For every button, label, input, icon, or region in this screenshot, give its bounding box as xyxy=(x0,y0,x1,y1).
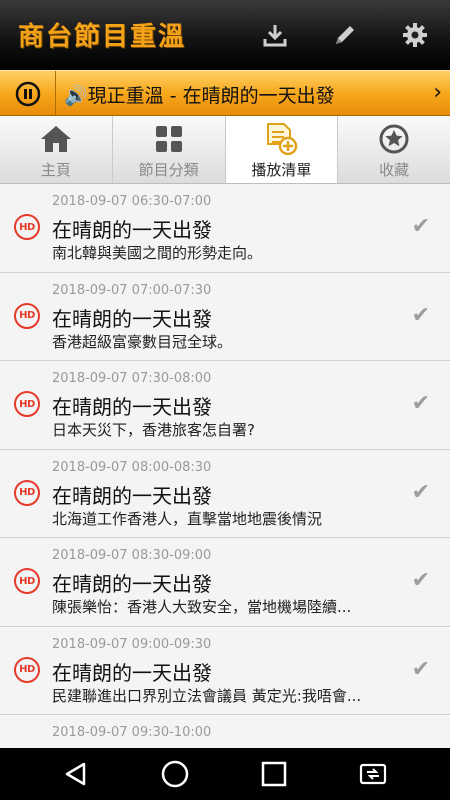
tab-playlist[interactable]: 播放清單 xyxy=(225,116,339,183)
home-icon xyxy=(38,122,74,156)
item-title: 在晴朗的一天出發 xyxy=(52,218,212,242)
playlist-add-icon xyxy=(263,122,299,156)
hd-badge-icon: HD xyxy=(14,391,40,417)
pause-button[interactable] xyxy=(0,71,56,116)
hd-badge-icon: HD xyxy=(14,656,40,683)
pause-icon xyxy=(15,81,40,106)
star-icon xyxy=(376,122,412,156)
tab-home[interactable]: 主頁 xyxy=(0,116,113,183)
check-icon[interactable]: ✔ xyxy=(412,568,430,593)
chevron-right-icon[interactable]: › xyxy=(433,80,442,105)
item-desc: 陳張樂怡：香港人大致安全，當地機場陸續... xyxy=(52,598,352,616)
hd-badge-icon: HD xyxy=(14,214,40,240)
item-title: 在晴朗的一天出發 xyxy=(52,572,212,596)
playlist: HD 2018-09-07 06:30-07:00 在晴朗的一天出發 南北韓與美… xyxy=(0,184,450,748)
list-item[interactable]: HD 2018-09-07 08:00-08:30 在晴朗的一天出發 北海道工作… xyxy=(0,449,450,538)
list-item[interactable]: 2018-09-07 09:30-10:00 xyxy=(0,715,450,748)
hd-badge-icon: HD xyxy=(14,479,40,506)
app-bar: 商台節目重溫 xyxy=(0,0,450,70)
item-time: 2018-09-07 08:00-08:30 xyxy=(52,459,212,475)
pencil-icon[interactable] xyxy=(330,20,360,50)
item-desc: 北海道工作香港人，直擊當地地震後情況 xyxy=(52,509,323,528)
back-icon[interactable] xyxy=(56,756,96,792)
item-desc: 南北韓與美國之間的形勢走向。 xyxy=(52,244,263,262)
tab-favorites[interactable]: 收藏 xyxy=(338,116,450,183)
hd-badge-icon: HD xyxy=(14,568,40,594)
item-desc: 香港超級富豪數目冠全球。 xyxy=(52,332,233,351)
list-item[interactable]: HD 2018-09-07 08:30-09:00 在晴朗的一天出發 陳張樂怡：… xyxy=(0,538,450,627)
check-icon[interactable]: ✔ xyxy=(412,214,430,239)
gear-icon[interactable] xyxy=(400,20,430,50)
list-item[interactable]: HD 2018-09-07 06:30-07:00 在晴朗的一天出發 南北韓與美… xyxy=(0,184,450,273)
tab-categories[interactable]: 節目分類 xyxy=(113,116,226,183)
item-time: 2018-09-07 08:30-09:00 xyxy=(52,548,212,563)
item-time: 2018-09-07 09:00-09:30 xyxy=(52,636,212,652)
list-item[interactable]: HD 2018-09-07 09:00-09:30 在晴朗的一天出發 民建聯進出… xyxy=(0,626,450,715)
download-icon[interactable] xyxy=(260,20,290,50)
item-desc: 日本天災下，香港旅客怎自署? xyxy=(52,421,255,439)
item-desc: 民建聯進出口界別立法會議員 黃定光:我唔會... xyxy=(52,686,362,705)
tab-label: 收藏 xyxy=(379,161,410,179)
now-playing-text: 🔊現正重溫 - 在晴朗的一天出發 xyxy=(64,85,335,107)
item-time: 2018-09-07 07:30-08:00 xyxy=(52,371,212,386)
check-icon[interactable]: ✔ xyxy=(412,480,430,505)
tab-label: 播放清單 xyxy=(251,161,312,179)
tab-bar: 主頁 節目分類 播放清單 收藏 xyxy=(0,116,450,184)
item-time: 2018-09-07 07:00-07:30 xyxy=(52,282,212,298)
item-title: 在晴朗的一天出發 xyxy=(52,395,212,419)
item-title: 在晴朗的一天出發 xyxy=(52,660,212,685)
list-item[interactable]: HD 2018-09-07 07:00-07:30 在晴朗的一天出發 香港超級富… xyxy=(0,272,450,361)
system-nav-bar xyxy=(0,748,450,800)
item-title: 在晴朗的一天出發 xyxy=(52,483,212,508)
check-icon[interactable]: ✔ xyxy=(412,657,430,682)
now-playing-bar[interactable]: 🔊現正重溫 - 在晴朗的一天出發 › xyxy=(0,70,450,116)
home-circle-icon[interactable] xyxy=(155,756,195,792)
hd-badge-icon: HD xyxy=(14,302,40,329)
check-icon[interactable]: ✔ xyxy=(412,391,430,416)
app-title: 商台節目重溫 xyxy=(18,22,187,52)
tab-label: 節目分類 xyxy=(138,161,199,179)
item-time: 2018-09-07 06:30-07:00 xyxy=(52,194,212,209)
check-icon[interactable]: ✔ xyxy=(412,303,430,328)
grid-icon xyxy=(151,122,187,156)
screen-rotate-icon[interactable] xyxy=(353,756,393,792)
recents-icon[interactable] xyxy=(254,756,294,792)
list-item[interactable]: HD 2018-09-07 07:30-08:00 在晴朗的一天出發 日本天災下… xyxy=(0,361,450,450)
item-time: 2018-09-07 09:30-10:00 xyxy=(52,725,212,740)
item-title: 在晴朗的一天出發 xyxy=(52,306,212,331)
tab-label: 主頁 xyxy=(40,161,71,179)
